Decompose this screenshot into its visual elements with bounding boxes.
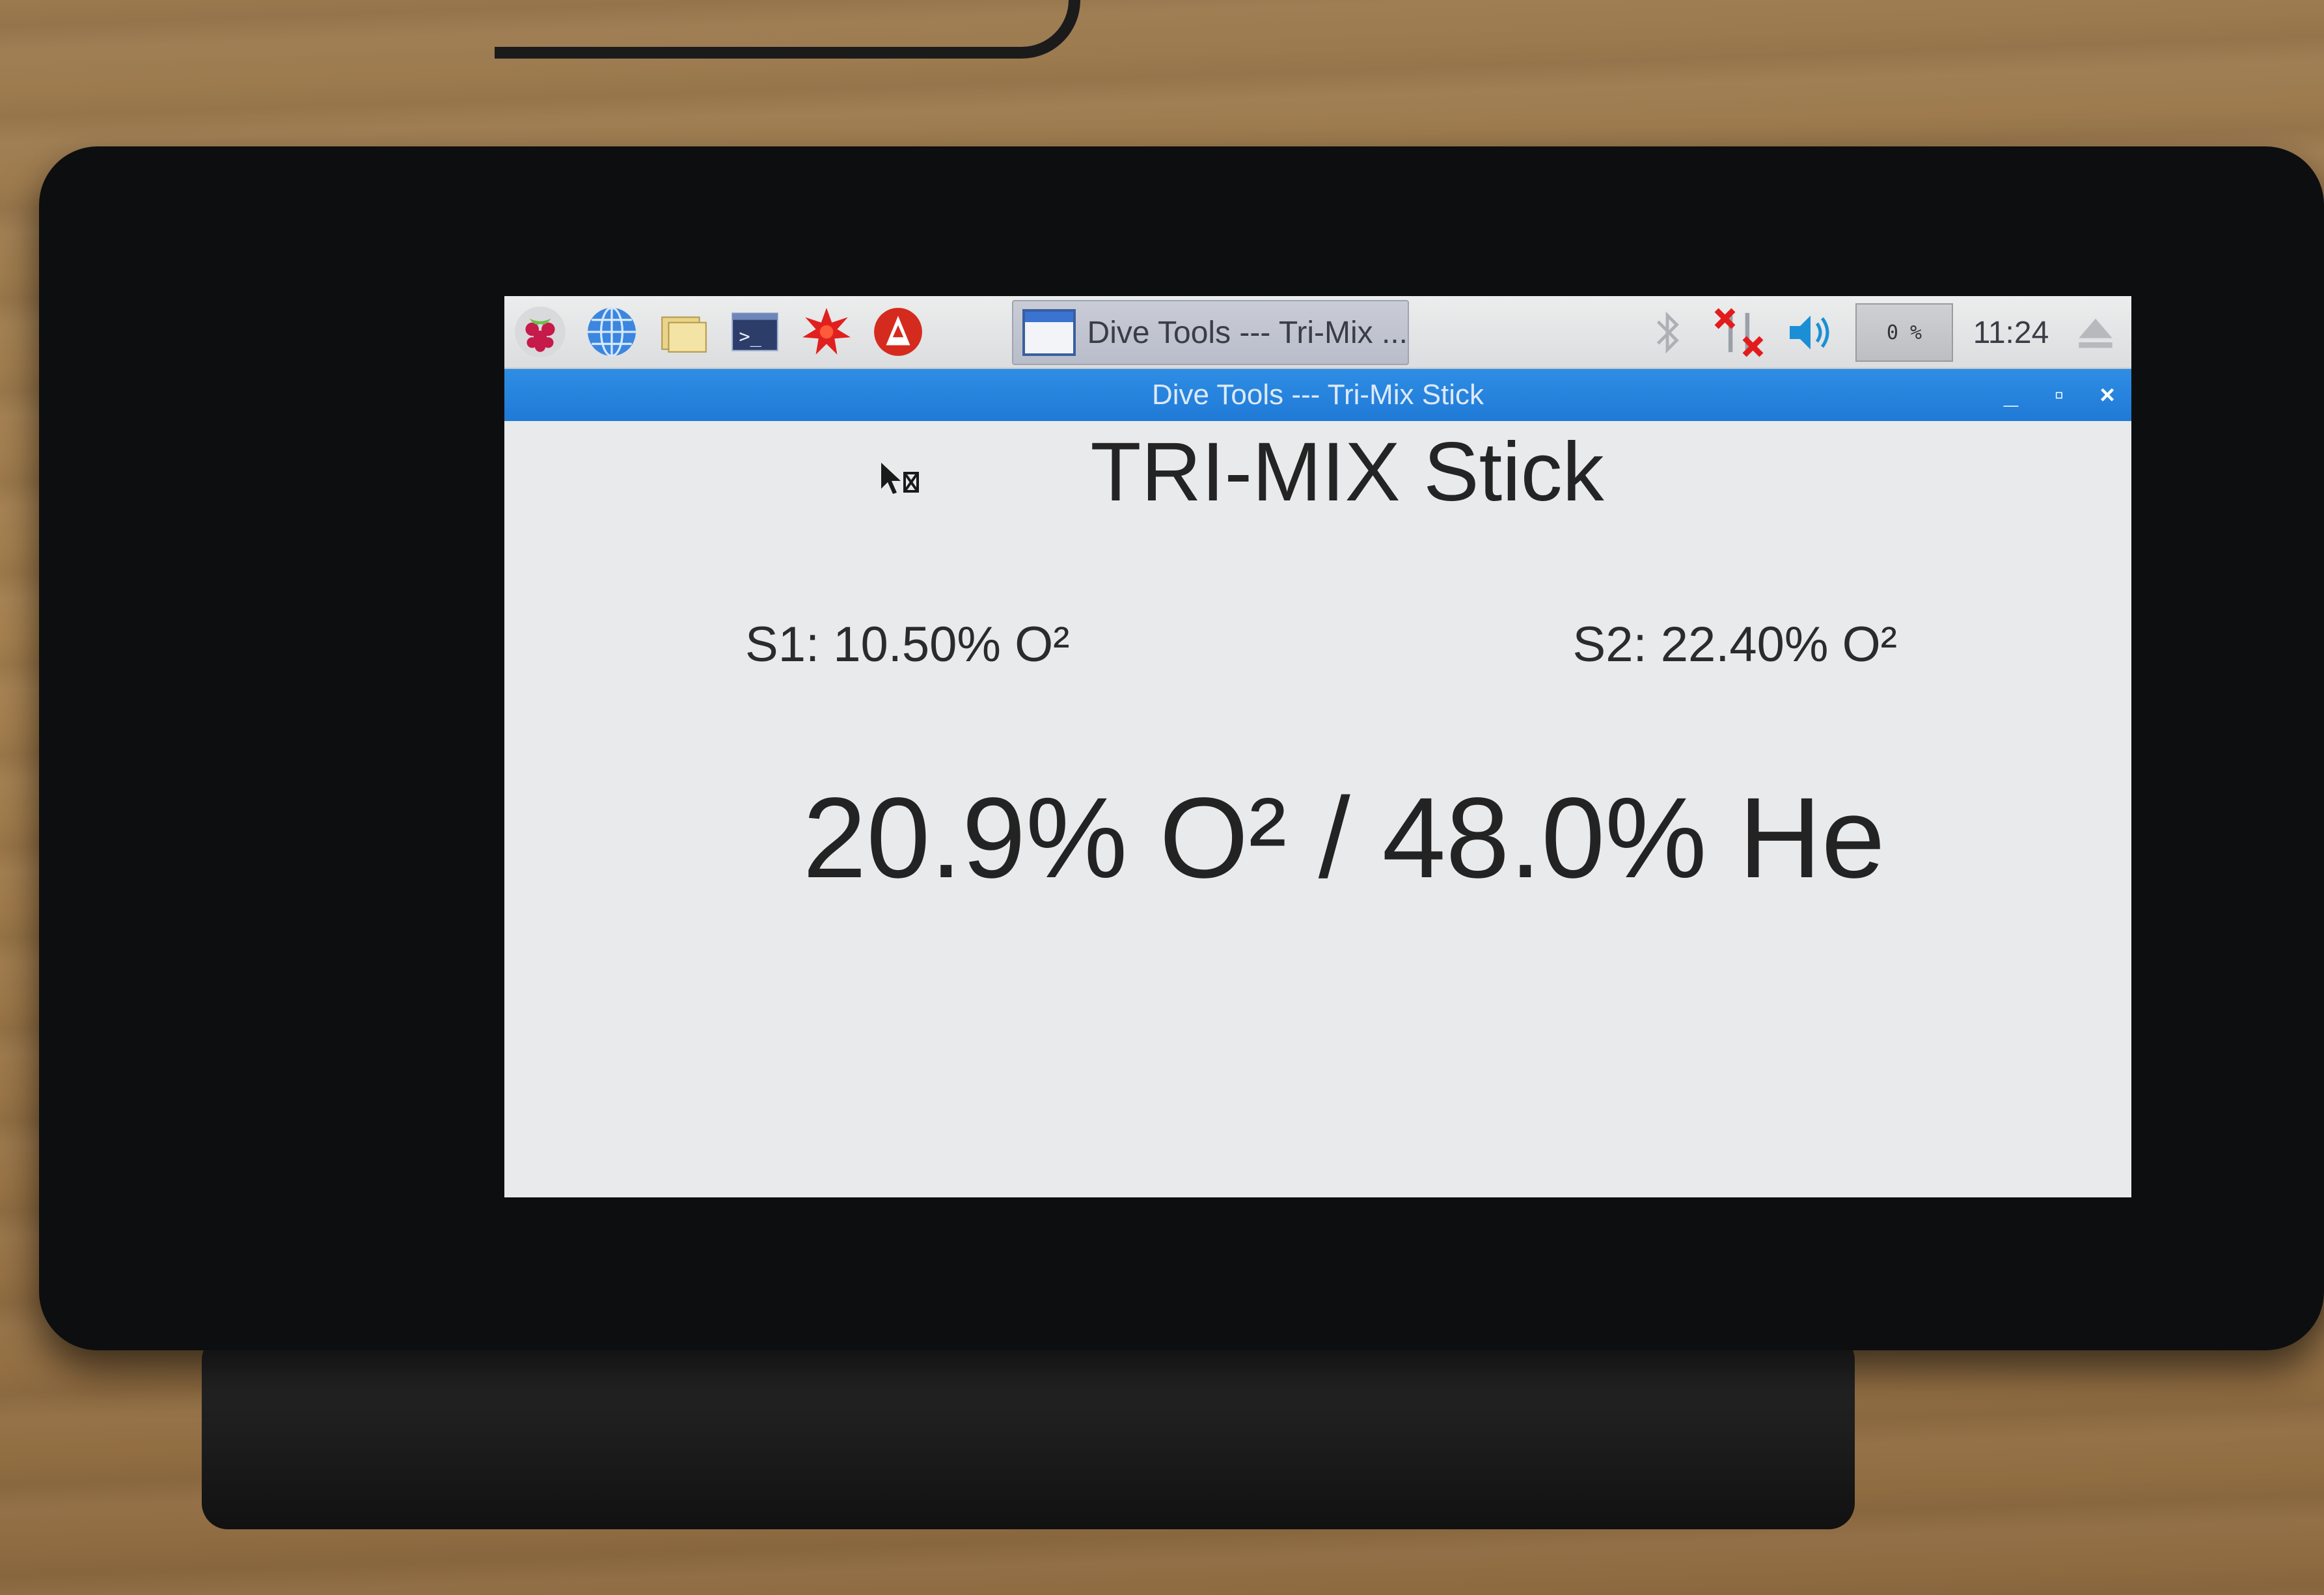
taskbar-window-label: Dive Tools --- Tri-Mix ... [1087,315,1408,350]
clock[interactable]: 11:24 [1962,315,2060,351]
gas-mix-result: 20.9% O² / 48.0% He [802,774,1885,902]
sensor1-reading: S1: 10.50% O² [745,617,1070,672]
sensor2-reading: S2: 22.40% O² [1572,617,1898,672]
display-stand [202,1334,1855,1529]
terminal-icon[interactable]: >_ [719,296,791,368]
file-manager-icon[interactable] [648,296,719,368]
window-title: Dive Tools --- Tri-Mix Stick [1151,379,1484,411]
taskbar-window-button[interactable]: Dive Tools --- Tri-Mix ... [1012,300,1409,365]
cpu-usage-monitor[interactable]: 0 % [1855,303,1953,362]
cable [495,0,1080,59]
eject-icon[interactable] [2060,296,2131,369]
wolfram-icon[interactable] [791,296,862,368]
volume-icon[interactable] [1775,296,1846,369]
system-tray: 0 % 11:24 [1632,296,2131,369]
window-titlebar[interactable]: Dive Tools --- Tri-Mix Stick _ ▫ × [504,369,2131,421]
raspberry-menu-icon[interactable] [504,296,576,368]
window-icon [1022,309,1076,356]
maximize-button[interactable]: ▫ [2048,381,2070,410]
minimize-button[interactable]: _ [2000,381,2022,410]
screen: >_ Dive Tools --- Tri-Mix ... 0 % 11:24 [504,296,2131,1197]
close-button[interactable]: × [2096,381,2118,410]
network-disconnected-icon[interactable] [1703,296,1775,369]
app-heading: TRI-MIX Stick [1090,426,1604,519]
taskbar: >_ Dive Tools --- Tri-Mix ... 0 % 11:24 [504,296,2131,369]
mathematica-icon[interactable] [862,296,934,368]
bluetooth-icon[interactable] [1632,296,1703,369]
window-controls: _ ▫ × [2000,369,2118,421]
app-content: TRI-MIX Stick S1: 10.50% O² S2: 22.40% O… [504,421,2131,1197]
svg-text:>_: >_ [739,325,761,348]
web-browser-icon[interactable] [576,296,648,368]
